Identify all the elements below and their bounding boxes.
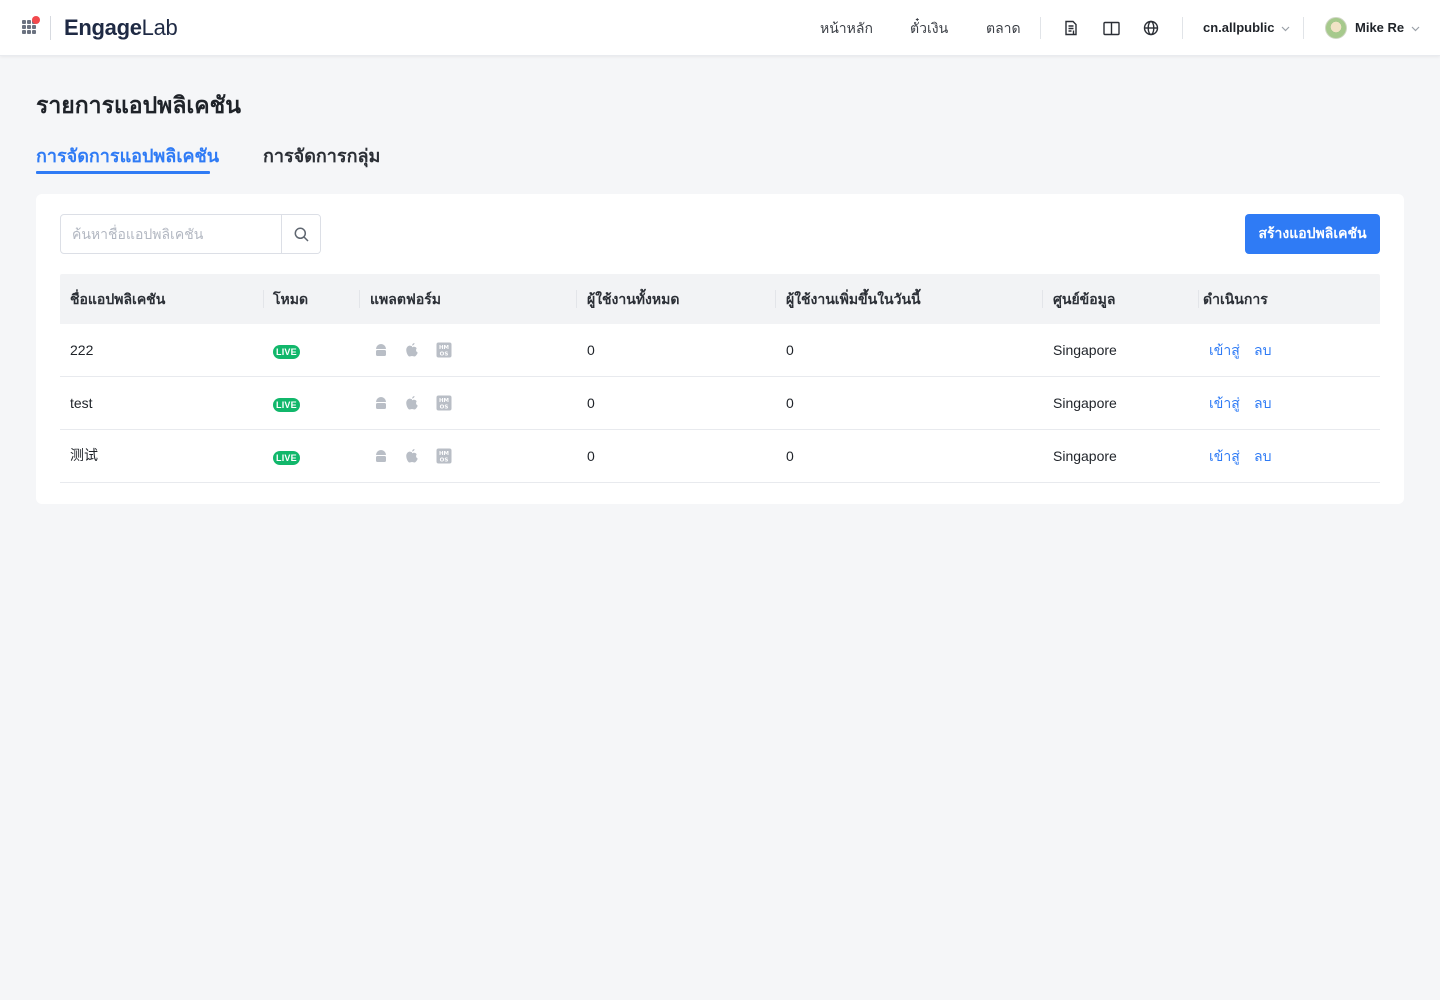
column-header-total-users: ผู้ใช้งานทั้งหมด (587, 291, 680, 307)
svg-text:OS: OS (440, 405, 449, 411)
chevron-down-icon (1281, 26, 1290, 31)
create-app-button[interactable]: สร้างแอปพลิเคชัน (1245, 214, 1380, 254)
table-header: ชื่อแอปพลิเคชัน โหมด แพลตฟอร์ม ผู้ใช้งาน… (60, 274, 1380, 324)
notification-dot (32, 16, 40, 24)
table-row: test LIVE HM OS 0 0 Singapore เข้าสู่ ลบ (60, 377, 1380, 430)
column-header-app-name: ชื่อแอปพลิเคชัน (70, 291, 166, 307)
delete-app-link[interactable]: ลบ (1254, 377, 1271, 430)
harmonyos-icon: HM OS (435, 394, 453, 412)
app-name-cell: 222 (70, 342, 94, 358)
header-divider (1182, 17, 1183, 39)
total-users-cell: 0 (587, 448, 595, 464)
svg-text:HM: HM (439, 451, 449, 457)
mode-live-badge: LIVE (273, 345, 300, 359)
workspace-name: cn.allpublic (1203, 20, 1275, 35)
app-name-cell: 测试 (70, 448, 98, 464)
datacenter-cell: Singapore (1053, 395, 1117, 411)
app-list-card: สร้างแอปพลิเคชัน ชื่อแอปพลิเคชัน โหมด แพ… (36, 194, 1404, 504)
header-divider (1040, 17, 1041, 39)
column-header-new-users-today: ผู้ใช้งานเพิ่มขึ้นในวันนี้ (786, 291, 921, 307)
delete-app-link[interactable]: ลบ (1254, 430, 1271, 483)
user-menu[interactable]: Mike Re (1355, 19, 1420, 37)
header-divider (1303, 17, 1304, 39)
page-title: รายการแอปพลิเคชัน (36, 92, 242, 118)
svg-text:OS: OS (440, 458, 449, 464)
tab-group-management[interactable]: การจัดการกลุ่ม (263, 143, 380, 169)
column-header-actions: ดำเนินการ (1203, 291, 1268, 307)
document-icon[interactable] (1061, 18, 1081, 38)
search-icon (294, 227, 309, 242)
app-name-cell: test (70, 395, 93, 411)
enter-app-link[interactable]: เข้าสู่ (1209, 430, 1240, 483)
datacenter-cell: Singapore (1053, 448, 1117, 464)
apple-icon (403, 447, 421, 465)
android-icon (372, 394, 390, 412)
mode-live-badge: LIVE (273, 398, 300, 412)
datacenter-cell: Singapore (1053, 342, 1117, 358)
column-header-platform: แพลตฟอร์ม (370, 291, 441, 307)
android-icon (372, 447, 390, 465)
svg-text:HM: HM (439, 345, 449, 351)
enter-app-link[interactable]: เข้าสู่ (1209, 324, 1240, 377)
mode-live-badge: LIVE (273, 451, 300, 465)
table-row: 测试 LIVE HM OS 0 0 Singapore เข้าสู่ ลบ (60, 430, 1380, 483)
svg-text:HM: HM (439, 398, 449, 404)
chevron-down-icon (1411, 26, 1420, 31)
new-users-today-cell: 0 (786, 342, 794, 358)
apple-icon (403, 394, 421, 412)
total-users-cell: 0 (587, 395, 595, 411)
nav-home[interactable]: หน้าหลัก (820, 18, 873, 38)
workspace-selector[interactable]: cn.allpublic (1203, 19, 1290, 37)
table-row: 222 LIVE HM OS 0 0 Singapore เข้าสู่ ลบ (60, 324, 1380, 377)
app-table: ชื่อแอปพลิเคชัน โหมด แพลตฟอร์ม ผู้ใช้งาน… (60, 274, 1380, 483)
nav-marketplace[interactable]: ตลาด (986, 18, 1021, 38)
new-users-today-cell: 0 (786, 395, 794, 411)
engagelab-logo[interactable]: EngageLab (64, 14, 178, 42)
harmonyos-icon: HM OS (435, 341, 453, 359)
enter-app-link[interactable]: เข้าสู่ (1209, 377, 1240, 430)
logo-text-main: Engage (64, 15, 142, 40)
android-icon (372, 341, 390, 359)
new-users-today-cell: 0 (786, 448, 794, 464)
search-box (60, 214, 321, 254)
avatar[interactable] (1325, 17, 1347, 39)
apple-icon (403, 341, 421, 359)
svg-text:OS: OS (440, 352, 449, 358)
total-users-cell: 0 (587, 342, 595, 358)
delete-app-link[interactable]: ลบ (1254, 324, 1271, 377)
logo-text-sub: Lab (141, 15, 178, 40)
active-tab-indicator (36, 171, 210, 174)
username-label: Mike Re (1355, 20, 1405, 35)
column-header-datacenter: ศูนย์ข้อมูล (1053, 291, 1116, 307)
tab-app-management[interactable]: การจัดการแอปพลิเคชัน (36, 143, 219, 169)
nav-billing[interactable]: ตั๋วเงิน (910, 18, 948, 38)
harmonyos-icon: HM OS (435, 447, 453, 465)
column-header-mode: โหมด (273, 291, 309, 307)
book-icon[interactable] (1101, 18, 1121, 38)
search-button[interactable] (281, 215, 320, 253)
top-navigation-bar: EngageLab หน้าหลัก ตั๋วเงิน ตลาด cn.allp… (0, 0, 1440, 56)
search-input[interactable] (61, 215, 282, 253)
logo-divider (50, 16, 51, 40)
globe-icon[interactable] (1141, 18, 1161, 38)
